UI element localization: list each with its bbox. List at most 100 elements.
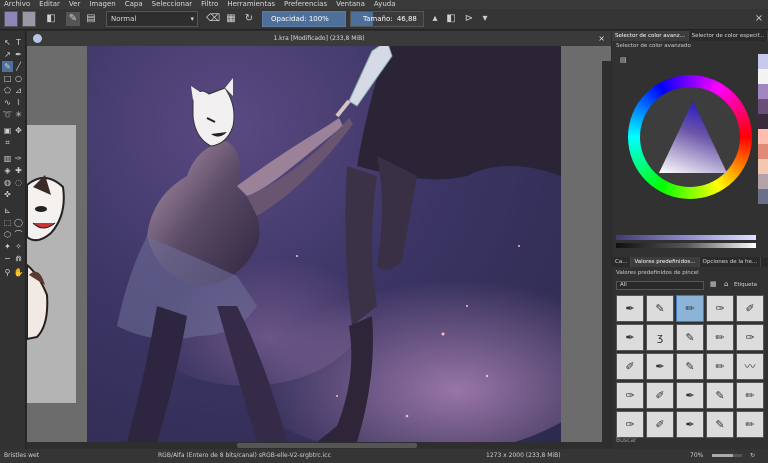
menu-preferencias[interactable]: Preferencias: [284, 0, 327, 9]
brush-preset[interactable]: ✑: [616, 382, 644, 409]
brush-preset[interactable]: ✒: [616, 295, 644, 322]
brush-preset[interactable]: ✎: [706, 382, 734, 409]
scrollbar-thumb[interactable]: [237, 443, 417, 448]
multibrush-icon[interactable]: ✳: [13, 109, 24, 120]
brush-preset[interactable]: ✎: [676, 353, 704, 380]
bezier-select-icon[interactable]: ∽: [2, 253, 13, 264]
menu-ventana[interactable]: Ventana: [336, 0, 365, 9]
assistant-tool-icon[interactable]: ✜: [2, 189, 13, 200]
smart-patch-icon[interactable]: ✚: [13, 165, 24, 176]
line-tool-icon[interactable]: ╱: [13, 61, 24, 72]
hue-ring[interactable]: [628, 75, 752, 199]
close-document-icon[interactable]: ×: [598, 31, 605, 46]
ellipse-tool-icon[interactable]: ○: [13, 73, 24, 84]
polygon-tool-icon[interactable]: ⬠: [2, 85, 13, 96]
canvas-area[interactable]: [26, 46, 611, 457]
brush-preset[interactable]: ✐: [736, 295, 764, 322]
menu-ver[interactable]: Ver: [69, 0, 80, 9]
preset-search-input[interactable]: Buscar: [616, 437, 756, 447]
mirror-horizontal-icon[interactable]: ◧: [444, 12, 458, 26]
brush-preset[interactable]: ✒: [616, 324, 644, 351]
color-history-palette[interactable]: [758, 54, 768, 204]
brush-preset[interactable]: ✐: [646, 411, 674, 438]
transform-tool-icon[interactable]: ▣: [2, 125, 13, 136]
enclose-fill-icon[interactable]: ◌: [13, 177, 24, 188]
menu-seleccionar[interactable]: Seleccionar: [152, 0, 193, 9]
brush-preset[interactable]: ✐: [646, 382, 674, 409]
mirror-vertical-icon[interactable]: ⊳: [462, 12, 476, 26]
preset-grid-icon[interactable]: ▦: [710, 280, 717, 288]
background-color-swatch[interactable]: [22, 11, 36, 27]
magnetic-select-icon[interactable]: ⋒: [13, 253, 24, 264]
brush-preset[interactable]: ʒ: [646, 324, 674, 351]
select-shapes-icon[interactable]: ↖: [2, 37, 13, 48]
rotate-icon[interactable]: ↻: [750, 449, 755, 463]
brush-preset[interactable]: ✒: [676, 411, 704, 438]
vertical-scrollbar[interactable]: [602, 61, 611, 457]
calligraphy-icon[interactable]: ✒: [13, 49, 24, 60]
brush-preset[interactable]: ✒: [676, 382, 704, 409]
brush-preset[interactable]: ✎: [676, 324, 704, 351]
hue-gradient-bar[interactable]: [616, 235, 756, 240]
contiguous-select-icon[interactable]: ✦: [2, 241, 13, 252]
polyline-tool-icon[interactable]: ⊿: [13, 85, 24, 96]
brush-preset[interactable]: ✒: [646, 353, 674, 380]
menu-archivo[interactable]: Archivo: [4, 0, 30, 9]
menu-filtro[interactable]: Filtro: [201, 0, 218, 9]
tag-label[interactable]: Etiqueta: [734, 282, 757, 288]
similar-select-icon[interactable]: ✧: [13, 241, 24, 252]
brush-preset[interactable]: ✎: [706, 411, 734, 438]
foreground-color-swatch[interactable]: [4, 11, 18, 27]
menu-capa[interactable]: Capa: [125, 0, 143, 9]
menu-imagen[interactable]: Imagen: [89, 0, 115, 9]
move-tool-icon[interactable]: ✥: [13, 125, 24, 136]
tab-specific-color-selector[interactable]: Selector de color especif...: [689, 31, 768, 41]
reload-preset-icon[interactable]: ↻: [242, 12, 256, 26]
document-tab[interactable]: 1.kra [Modificado] (233,8 MiB) ×: [27, 31, 611, 46]
freehand-path-icon[interactable]: ⌇: [13, 97, 24, 108]
brush-preset[interactable]: ✏: [736, 411, 764, 438]
menu-ayuda[interactable]: Ayuda: [374, 0, 396, 9]
mirror-menu-icon[interactable]: ▾: [478, 12, 492, 26]
artwork-canvas[interactable]: [87, 46, 561, 442]
brush-preset[interactable]: ✐: [616, 353, 644, 380]
ellipse-select-icon[interactable]: ◯: [13, 217, 24, 228]
brush-preset[interactable]: ✏: [706, 353, 734, 380]
brush-preset[interactable]: ✏: [736, 382, 764, 409]
brush-preset[interactable]: ✑: [736, 324, 764, 351]
crop-tool-icon[interactable]: ⌗: [2, 137, 13, 148]
brush-preset[interactable]: ✏: [706, 324, 734, 351]
zoom-tool-icon[interactable]: ⚲: [2, 267, 13, 278]
color-swap-icon[interactable]: ◧: [44, 12, 58, 26]
gradient-icon[interactable]: ▤: [84, 12, 98, 26]
color-settings-icon[interactable]: ▤: [620, 56, 627, 64]
brush-preset-icon[interactable]: ✎: [66, 12, 80, 26]
fill-tool-icon[interactable]: ◍: [2, 177, 13, 188]
brush-preset[interactable]: 〰: [736, 353, 764, 380]
horizontal-scrollbar[interactable]: [27, 442, 611, 449]
saturation-value-triangle[interactable]: [659, 101, 727, 173]
size-dropdown-icon[interactable]: ▴: [428, 12, 442, 26]
polygon-select-icon[interactable]: ⬡: [2, 229, 13, 240]
dynamic-brush-icon[interactable]: ➰: [2, 109, 13, 120]
bezier-tool-icon[interactable]: ∿: [2, 97, 13, 108]
brush-preset-selected[interactable]: ✏: [676, 295, 704, 322]
blend-mode-select[interactable]: Normal ▾: [106, 11, 198, 27]
tab-tool-options[interactable]: Opciones de la he...: [700, 257, 762, 267]
opacity-slider[interactable]: Opacidad: 100%: [262, 11, 346, 27]
text-tool-icon[interactable]: T: [13, 37, 24, 48]
value-gradient-bar[interactable]: [616, 243, 756, 248]
brush-preset[interactable]: ✑: [706, 295, 734, 322]
rectangle-tool-icon[interactable]: □: [2, 73, 13, 84]
brush-preset[interactable]: ✑: [616, 411, 644, 438]
menu-editar[interactable]: Editar: [39, 0, 60, 9]
rect-select-icon[interactable]: ⬚: [2, 217, 13, 228]
tag-icon[interactable]: ⌂: [724, 280, 728, 288]
zoom-slider[interactable]: [712, 454, 742, 457]
freehand-brush-icon[interactable]: ✎: [2, 61, 13, 72]
eraser-icon[interactable]: ⌫: [206, 12, 220, 26]
pan-tool-icon[interactable]: ✋: [13, 267, 24, 278]
edit-shapes-icon[interactable]: ↗: [2, 49, 13, 60]
tab-brush-presets[interactable]: Valores predefinidos...: [631, 257, 700, 267]
colorize-mask-icon[interactable]: ◈: [2, 165, 13, 176]
